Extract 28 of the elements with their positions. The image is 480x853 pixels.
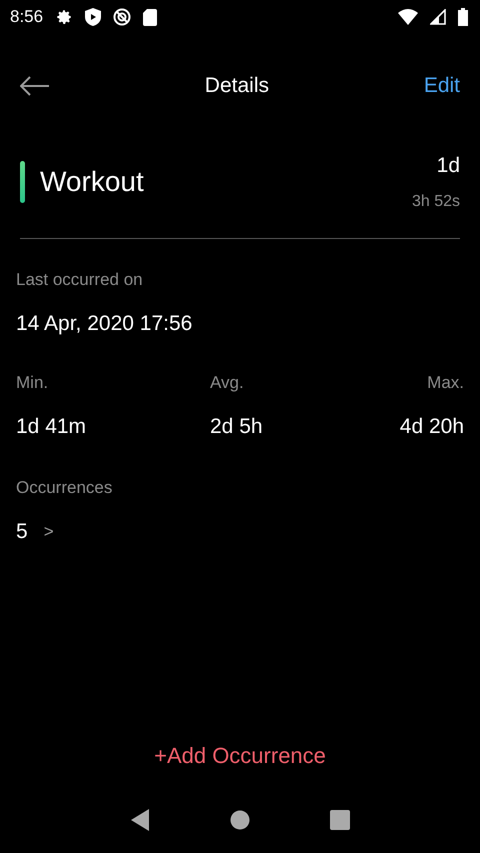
wifi-icon	[398, 9, 418, 25]
back-icon[interactable]	[20, 76, 50, 96]
stat-value: 2d 5h	[210, 414, 264, 440]
last-occurred-label: Last occurred on	[16, 268, 144, 290]
edit-button[interactable]: Edit	[424, 70, 460, 102]
screen-title: Details	[204, 73, 270, 100]
shield-icon	[85, 8, 102, 26]
home-nav-icon[interactable]	[230, 810, 250, 830]
stat-label: Min.	[16, 372, 50, 394]
battery-icon	[458, 8, 468, 26]
clock: 8:56	[10, 6, 44, 28]
sd-card-icon	[143, 8, 158, 26]
stat-label: Avg.	[210, 372, 245, 394]
add-occurrence-button[interactable]: +Add Occurrence	[148, 738, 332, 772]
color-bar	[20, 160, 25, 203]
settings-icon	[55, 8, 74, 26]
signal-icon	[430, 9, 446, 25]
event-name: Workout	[40, 164, 145, 199]
occurrences-label: Occurrences	[16, 476, 114, 498]
occurrences-link[interactable]: 5 >	[16, 516, 54, 548]
back-nav-icon[interactable]	[130, 809, 150, 831]
stat-value: 1d 41m	[16, 414, 88, 440]
blocked-icon	[113, 8, 132, 26]
elapsed-time: 3h 52s	[412, 192, 460, 212]
stat-value: 4d 20h	[400, 414, 464, 440]
last-occurred-date: 14 Apr, 2020 17:56	[16, 311, 194, 337]
elapsed-days: 1d	[412, 150, 460, 182]
stat-label: Max.	[426, 372, 464, 394]
